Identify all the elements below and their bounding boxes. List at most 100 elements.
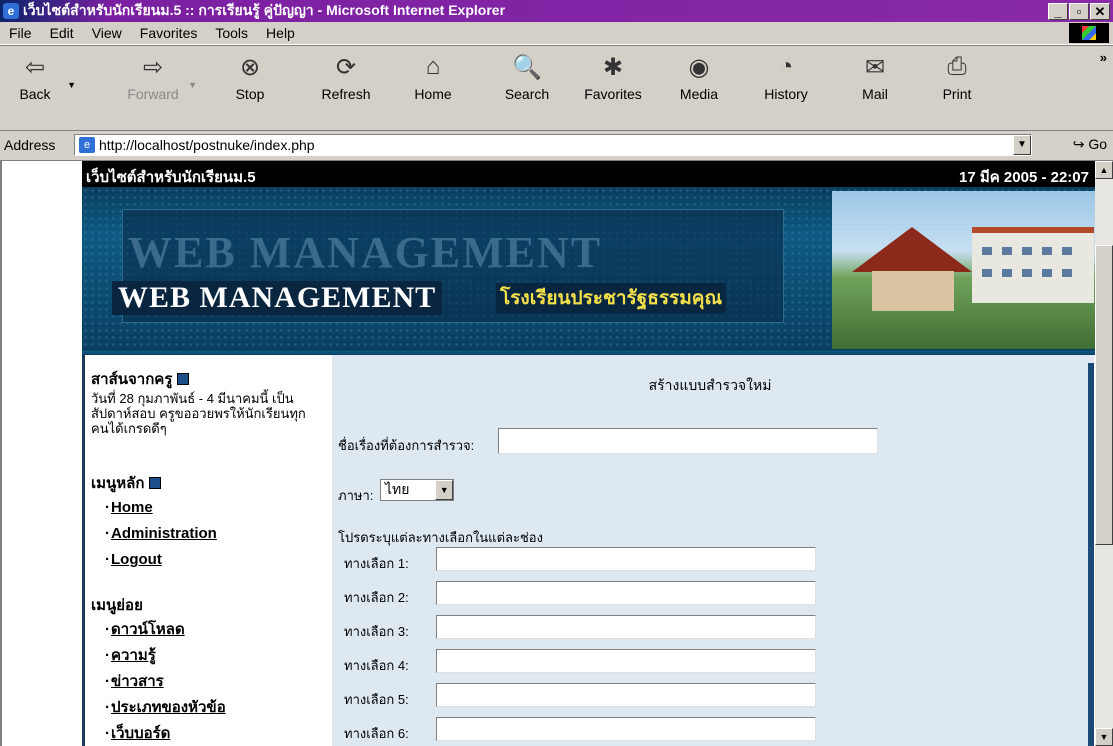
history-button[interactable]: ◔ History bbox=[758, 52, 814, 122]
photo-building bbox=[972, 227, 1094, 303]
sub-menu-title: เมนูย่อย bbox=[91, 597, 143, 614]
submenu-download-link[interactable]: ดาวน์โหลด bbox=[105, 617, 185, 641]
submenu-webboard-link[interactable]: เว็บบอร์ด bbox=[105, 721, 170, 745]
language-value: ไทย bbox=[385, 481, 410, 497]
menu-help[interactable]: Help bbox=[257, 25, 304, 41]
toolbar-more-icon[interactable]: » bbox=[1100, 50, 1107, 65]
browser-window: e เว็บไซต์สำหรับนักเรียนม.5 :: การเรียนร… bbox=[0, 0, 1113, 746]
mail-icon: ✉ bbox=[864, 53, 886, 81]
notice-block-title: สาส์นจากครู bbox=[91, 367, 190, 391]
nav-logout-link[interactable]: Logout bbox=[105, 551, 162, 568]
minimize-button[interactable]: _ bbox=[1048, 3, 1068, 20]
address-label: Address bbox=[4, 137, 56, 153]
topic-input[interactable] bbox=[498, 428, 878, 454]
page-icon: e bbox=[79, 137, 95, 153]
school-name: โรงเรียนประชารัฐธรรมคุณ bbox=[496, 283, 727, 313]
forward-button[interactable]: ⇨ Forward ▼ bbox=[125, 52, 197, 122]
photo-roof bbox=[852, 227, 972, 272]
option-label-4: ทางเลือก 4: bbox=[344, 658, 409, 673]
menu-bar: File Edit View Favorites Tools Help bbox=[0, 22, 1113, 45]
option-input-5[interactable] bbox=[436, 683, 816, 707]
home-button[interactable]: ⌂ Home bbox=[408, 52, 458, 122]
option-label-3: ทางเลือก 3: bbox=[344, 624, 409, 639]
menu-edit[interactable]: Edit bbox=[41, 25, 83, 41]
go-button[interactable]: ↪ Go bbox=[1073, 136, 1107, 153]
site-topbar: เว็บไซต์สำหรับนักเรียนม.5 17 มีค 2005 - … bbox=[82, 161, 1095, 187]
option-input-2[interactable] bbox=[436, 581, 816, 605]
option-label-1: ทางเลือก 1: bbox=[344, 556, 409, 571]
nav-home-link[interactable]: Home bbox=[105, 499, 153, 516]
option-label-2: ทางเลือก 2: bbox=[344, 590, 409, 605]
scroll-up-icon[interactable]: ▲ bbox=[1095, 161, 1113, 179]
submenu-news-link[interactable]: ข่าวสาร bbox=[105, 669, 164, 693]
back-arrow-icon: ⇦ bbox=[24, 53, 46, 81]
mail-label: Mail bbox=[862, 86, 888, 102]
option-input-6[interactable] bbox=[436, 717, 816, 741]
photo-house bbox=[872, 271, 954, 311]
search-button[interactable]: 🔍 Search bbox=[498, 52, 556, 122]
school-photo bbox=[832, 191, 1095, 349]
history-label: History bbox=[764, 86, 808, 102]
refresh-icon: ⟳ bbox=[335, 53, 357, 81]
topic-label: ชื่อเรื่องที่ต้องการสำรวจ: bbox=[338, 438, 475, 453]
address-dropdown-icon[interactable]: ▼ bbox=[1013, 135, 1031, 155]
stop-button[interactable]: ⊗ Stop bbox=[225, 52, 275, 122]
back-button[interactable]: ⇦ Back ▼ bbox=[10, 52, 76, 122]
menu-tools[interactable]: Tools bbox=[206, 25, 257, 41]
media-icon: ◉ bbox=[688, 53, 710, 81]
scroll-thumb[interactable] bbox=[1095, 245, 1113, 545]
refresh-label: Refresh bbox=[321, 86, 371, 102]
page-viewport: เว็บไซต์สำหรับนักเรียนม.5 17 มีค 2005 - … bbox=[0, 161, 1095, 746]
title-bar: e เว็บไซต์สำหรับนักเรียนม.5 :: การเรียนร… bbox=[0, 0, 1113, 22]
back-dropdown-icon[interactable]: ▼ bbox=[67, 80, 76, 90]
address-url[interactable]: http://localhost/postnuke/index.php bbox=[99, 137, 315, 153]
search-label: Search bbox=[504, 86, 550, 102]
vertical-scrollbar[interactable]: ▲ ▼ bbox=[1095, 161, 1113, 746]
window-title: เว็บไซต์สำหรับนักเรียนม.5 :: การเรียนรู้… bbox=[23, 2, 506, 18]
menu-view[interactable]: View bbox=[83, 25, 131, 41]
option-input-4[interactable] bbox=[436, 649, 816, 673]
close-button[interactable]: ✕ bbox=[1090, 3, 1110, 20]
scroll-down-icon[interactable]: ▼ bbox=[1095, 728, 1113, 746]
sidebar: สาส์นจากครู วันที่ 28 กุมภาพันธ์ - 4 มีน… bbox=[82, 355, 329, 746]
menu-favorites[interactable]: Favorites bbox=[131, 25, 207, 41]
toolbar: ⇦ Back ▼ ⇨ Forward ▼ ⊗ Stop ⟳ Refresh ⌂ … bbox=[0, 45, 1113, 131]
collapse-icon[interactable] bbox=[149, 477, 162, 489]
address-input[interactable]: e http://localhost/postnuke/index.php ▼ bbox=[74, 134, 1032, 156]
option-input-3[interactable] bbox=[436, 615, 816, 639]
notice-text: วันที่ 28 กุมภาพันธ์ - 4 มีนาคมนี้ เป็นส… bbox=[91, 391, 306, 436]
chevron-down-icon[interactable]: ▼ bbox=[435, 480, 453, 500]
favorites-button[interactable]: ✱ Favorites bbox=[578, 52, 648, 122]
submenu-knowledge-link[interactable]: ความรู้ bbox=[105, 643, 156, 667]
print-label: Print bbox=[942, 86, 972, 102]
print-button[interactable]: ⎙ Print bbox=[934, 52, 980, 122]
stop-label: Stop bbox=[235, 86, 265, 102]
refresh-button[interactable]: ⟳ Refresh bbox=[316, 52, 376, 122]
mail-button[interactable]: ✉ Mail bbox=[852, 52, 898, 122]
form-heading: สร้างแบบสำรวจใหม่ bbox=[648, 377, 772, 393]
menu-file[interactable]: File bbox=[0, 25, 41, 41]
go-arrow-icon: ↪ bbox=[1072, 136, 1085, 152]
home-icon: ⌂ bbox=[425, 53, 441, 80]
options-instructions: โปรดระบุแต่ละทางเลือกในแต่ละช่อง bbox=[338, 530, 543, 545]
forward-dropdown-icon[interactable]: ▼ bbox=[188, 80, 197, 90]
maximize-button[interactable]: ▫ bbox=[1069, 3, 1089, 20]
language-label: ภาษา: bbox=[338, 488, 374, 503]
windows-logo-icon bbox=[1069, 23, 1109, 43]
address-bar: Address e http://localhost/postnuke/inde… bbox=[0, 130, 1113, 161]
language-select[interactable]: ไทย ▼ bbox=[380, 479, 454, 501]
search-icon: 🔍 bbox=[512, 53, 542, 81]
site-name: เว็บไซต์สำหรับนักเรียนม.5 bbox=[86, 169, 256, 186]
main-menu-title: เมนูหลัก bbox=[91, 475, 145, 492]
nav-administration-link[interactable]: Administration bbox=[105, 525, 217, 542]
notice-title: สาส์นจากครู bbox=[91, 371, 173, 388]
media-label: Media bbox=[679, 86, 719, 102]
sub-menu-block-title: เมนูย่อย bbox=[91, 593, 143, 617]
forward-label: Forward bbox=[127, 86, 179, 102]
media-button[interactable]: ◉ Media bbox=[674, 52, 724, 122]
submenu-topics-link[interactable]: ประเภทของหัวข้อ bbox=[105, 695, 226, 719]
go-label: Go bbox=[1088, 136, 1107, 152]
site-header: เว็บไซต์สำหรับนักเรียนม.5 17 มีค 2005 - … bbox=[82, 161, 1095, 349]
collapse-icon[interactable] bbox=[177, 373, 190, 385]
option-input-1[interactable] bbox=[436, 547, 816, 571]
